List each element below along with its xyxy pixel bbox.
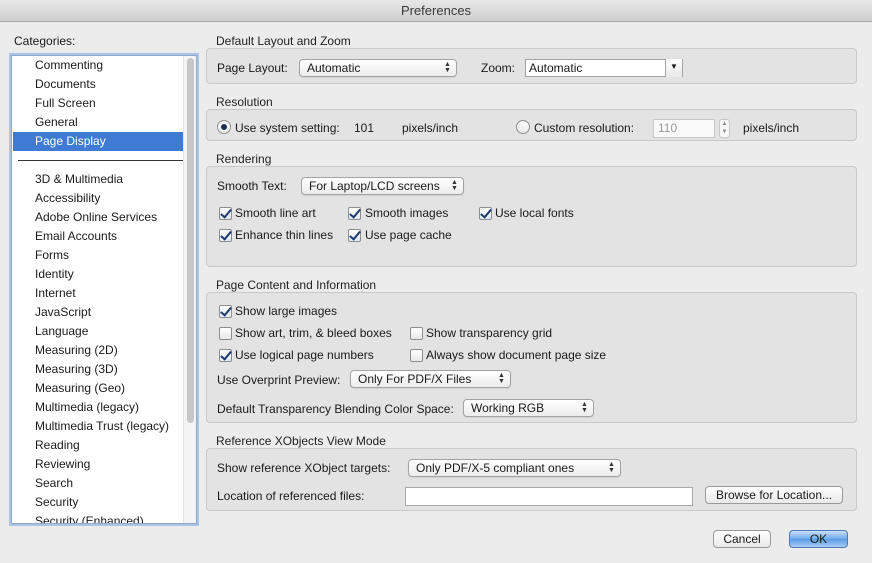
- custom-resolution-field[interactable]: 110: [653, 119, 715, 138]
- always-show-page-size-checkbox[interactable]: [410, 349, 423, 362]
- use-local-fonts-label: Use local fonts: [495, 206, 574, 220]
- overprint-popup[interactable]: Only For PDF/X Files ▲ ▼: [350, 370, 511, 388]
- updown-arrows-icon: ▲ ▼: [451, 179, 458, 192]
- category-identity[interactable]: Identity: [13, 265, 184, 284]
- updown-arrows-icon: ▲ ▼: [608, 461, 615, 474]
- overprint-label: Use Overprint Preview:: [217, 373, 341, 387]
- category-search[interactable]: Search: [13, 474, 184, 493]
- smooth-images-label: Smooth images: [365, 206, 449, 220]
- category-security[interactable]: Security: [13, 493, 184, 512]
- xobject-targets-value: Only PDF/X-5 compliant ones: [416, 461, 575, 475]
- category-adobe-online-services[interactable]: Adobe Online Services: [13, 208, 184, 227]
- xobjects-title: Reference XObjects View Mode: [216, 434, 386, 448]
- categories-scrollbar[interactable]: [183, 56, 196, 523]
- ok-button[interactable]: OK: [789, 530, 848, 548]
- window-title: Preferences: [0, 0, 872, 22]
- page-layout-label: Page Layout:: [217, 61, 288, 75]
- categories-list[interactable]: Commenting Documents Full Screen General…: [11, 55, 197, 524]
- smooth-images-checkbox[interactable]: [348, 207, 361, 220]
- chevron-down-icon[interactable]: ▼: [665, 59, 682, 77]
- show-transparency-grid-checkbox[interactable]: [410, 327, 423, 340]
- category-reviewing[interactable]: Reviewing: [13, 455, 184, 474]
- resolution-group: Use system setting: 101 pixels/inch Cust…: [206, 109, 857, 141]
- show-large-images-checkbox[interactable]: [219, 305, 232, 318]
- always-show-page-size-label: Always show document page size: [426, 348, 607, 362]
- updown-arrows-icon: ▲ ▼: [498, 372, 505, 385]
- layout-zoom-title: Default Layout and Zoom: [216, 34, 351, 48]
- resolution-stepper[interactable]: ▲ ▼: [719, 119, 730, 138]
- page-content-title: Page Content and Information: [216, 278, 377, 292]
- use-page-cache-label: Use page cache: [365, 228, 452, 242]
- show-transparency-grid-label: Show transparency grid: [426, 326, 553, 340]
- resolution-title: Resolution: [216, 95, 273, 109]
- category-javascript[interactable]: JavaScript: [13, 303, 184, 322]
- page-layout-popup[interactable]: Automatic ▲ ▼: [299, 59, 457, 77]
- category-internet[interactable]: Internet: [13, 284, 184, 303]
- custom-resolution-radio[interactable]: [516, 120, 530, 134]
- xobject-targets-popup[interactable]: Only PDF/X-5 compliant ones ▲ ▼: [408, 459, 621, 477]
- scroll-thumb[interactable]: [187, 58, 194, 423]
- enhance-thin-lines-checkbox[interactable]: [219, 229, 232, 242]
- browse-location-button[interactable]: Browse for Location...: [705, 486, 843, 504]
- category-accessibility[interactable]: Accessibility: [13, 189, 184, 208]
- use-page-cache-checkbox[interactable]: [348, 229, 361, 242]
- zoom-label: Zoom:: [481, 61, 516, 75]
- show-large-images-label: Show large images: [235, 304, 338, 318]
- smooth-line-art-label: Smooth line art: [235, 206, 316, 220]
- category-full-screen[interactable]: Full Screen: [13, 94, 184, 113]
- rendering-group: Smooth Text: For Laptop/LCD screens ▲ ▼ S…: [206, 166, 857, 267]
- category-forms[interactable]: Forms: [13, 246, 184, 265]
- category-measuring-2d[interactable]: Measuring (2D): [13, 341, 184, 360]
- updown-arrows-icon: ▲ ▼: [581, 401, 588, 414]
- category-multimedia-trust-legacy[interactable]: Multimedia Trust (legacy): [13, 417, 184, 436]
- logical-page-numbers-label: Use logical page numbers: [235, 348, 374, 362]
- system-resolution-value: 101: [354, 121, 375, 135]
- category-general[interactable]: General: [13, 113, 184, 132]
- category-security-enhanced[interactable]: Security (Enhanced): [13, 512, 184, 523]
- category-divider: [18, 160, 184, 161]
- custom-resolution-label: Custom resolution:: [534, 121, 635, 135]
- show-boxes-label: Show art, trim, & bleed boxes: [235, 326, 392, 340]
- show-boxes-checkbox[interactable]: [219, 327, 232, 340]
- use-local-fonts-checkbox[interactable]: [479, 207, 492, 220]
- category-page-display[interactable]: Page Display: [13, 132, 184, 151]
- system-resolution-unit: pixels/inch: [402, 121, 459, 135]
- xobject-targets-label: Show reference XObject targets:: [217, 461, 391, 475]
- page-content-group: Show large images Show art, trim, & blee…: [206, 292, 857, 423]
- smooth-text-label: Smooth Text:: [217, 179, 287, 193]
- zoom-value: Automatic: [529, 61, 583, 75]
- overprint-value: Only For PDF/X Files: [358, 372, 472, 386]
- custom-resolution-unit: pixels/inch: [743, 121, 800, 135]
- logical-page-numbers-checkbox[interactable]: [219, 349, 232, 362]
- category-language[interactable]: Language: [13, 322, 184, 341]
- categories-label: Categories:: [14, 34, 76, 48]
- smooth-text-value: For Laptop/LCD screens: [309, 179, 440, 193]
- category-commenting[interactable]: Commenting: [13, 56, 184, 75]
- blending-value: Working RGB: [471, 401, 545, 415]
- category-reading[interactable]: Reading: [13, 436, 184, 455]
- layout-zoom-group: Page Layout: Automatic ▲ ▼ Zoom: Automati…: [206, 48, 857, 84]
- category-measuring-3d[interactable]: Measuring (3D): [13, 360, 184, 379]
- enhance-thin-lines-label: Enhance thin lines: [235, 228, 334, 242]
- page-layout-value: Automatic: [307, 61, 361, 75]
- location-field[interactable]: [405, 487, 693, 506]
- smooth-line-art-checkbox[interactable]: [219, 207, 232, 220]
- rendering-title: Rendering: [216, 152, 272, 166]
- category-email-accounts[interactable]: Email Accounts: [13, 227, 184, 246]
- category-multimedia-legacy[interactable]: Multimedia (legacy): [13, 398, 184, 417]
- blending-popup[interactable]: Working RGB ▲ ▼: [463, 399, 594, 417]
- category-measuring-geo[interactable]: Measuring (Geo): [13, 379, 184, 398]
- updown-arrows-icon: ▲ ▼: [444, 61, 451, 74]
- smooth-text-popup[interactable]: For Laptop/LCD screens ▲ ▼: [301, 177, 464, 195]
- system-setting-radio[interactable]: [217, 120, 231, 134]
- system-setting-label: Use system setting:: [235, 121, 340, 135]
- category-documents[interactable]: Documents: [13, 75, 184, 94]
- category-3d-multimedia[interactable]: 3D & Multimedia: [13, 170, 184, 189]
- xobjects-group: Show reference XObject targets: Only PDF…: [206, 448, 857, 511]
- blending-label: Default Transparency Blending Color Spac…: [217, 402, 454, 416]
- cancel-button[interactable]: Cancel: [713, 530, 771, 548]
- location-label: Location of referenced files:: [217, 489, 365, 503]
- zoom-combo[interactable]: Automatic ▼: [525, 59, 683, 77]
